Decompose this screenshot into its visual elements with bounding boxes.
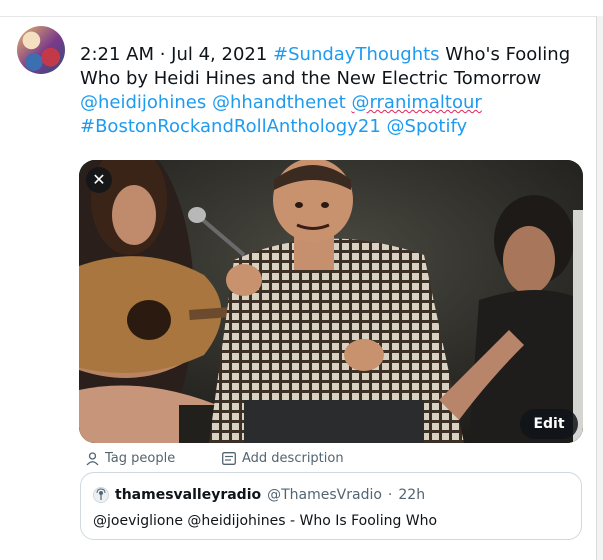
media-image[interactable] <box>79 160 583 443</box>
tweet-text[interactable]: 2:21 AM · Jul 4, 2021 #SundayThoughts Wh… <box>80 43 590 139</box>
quoted-author-name: thamesvalleyradio <box>115 487 262 503</box>
top-border <box>0 0 603 17</box>
avatar[interactable] <box>17 26 65 74</box>
media-photo <box>79 160 583 443</box>
tag-people-label: Tag people <box>105 451 176 466</box>
mention-hhandthenet[interactable]: @hhandthenet <box>212 92 346 113</box>
hashtag-bostonrockandrollanthology[interactable]: #BostonRockandRollAnthology21 <box>80 116 381 137</box>
tweet-timestamp: 2:21 AM · Jul 4, 2021 <box>80 44 268 65</box>
scrollbar-track[interactable] <box>596 16 603 560</box>
bottom-toolbar-peek <box>90 552 240 560</box>
close-icon: ✕ <box>92 170 106 189</box>
quoted-time: 22h <box>398 487 426 503</box>
quoted-tweet[interactable]: thamesvalleyradio @ThamesVradio · 22h @j… <box>80 472 582 540</box>
description-icon <box>222 452 236 465</box>
quoted-separator: · <box>387 487 393 503</box>
mention-rranimaltour[interactable]: @rranimaltour <box>351 92 481 113</box>
add-description-button[interactable]: Add description <box>222 451 344 466</box>
edit-media-button[interactable]: Edit <box>520 409 578 439</box>
radio-avatar-icon <box>93 487 109 503</box>
quoted-tweet-text: @joeviglione @heidijohines - Who Is Fool… <box>93 513 438 529</box>
person-icon <box>86 451 99 465</box>
add-description-label: Add description <box>242 451 344 466</box>
tag-people-button[interactable]: Tag people <box>86 451 175 466</box>
remove-media-button[interactable]: ✕ <box>86 167 112 193</box>
quoted-author-handle: @ThamesVradio <box>267 487 382 503</box>
mention-spotify[interactable]: @Spotify <box>387 116 468 137</box>
mention-heidijohines[interactable]: @heidijohines <box>80 92 206 113</box>
hashtag-sundaythoughts[interactable]: #SundayThoughts <box>273 44 440 65</box>
